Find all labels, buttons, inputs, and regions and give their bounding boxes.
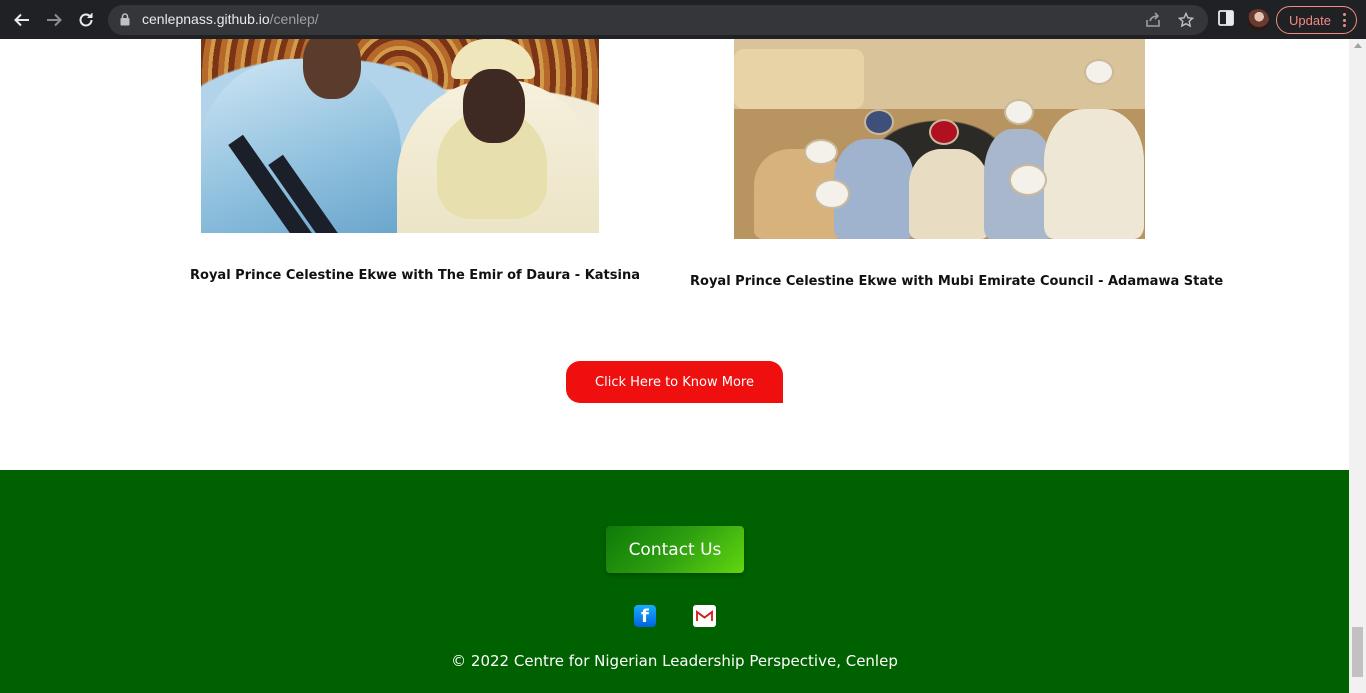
gallery-caption: Royal Prince Celestine Ekwe with The Emi… [190,268,640,283]
footer: Contact Us f © 2022 Centre for Nigerian … [0,470,1349,693]
arrow-right-icon [47,13,62,27]
back-button[interactable] [8,6,36,34]
more-vert-icon [1343,13,1346,30]
browser-toolbar: cenlepnass.github.io/cenlep/ Update [0,0,1366,39]
gmail-icon[interactable] [693,605,716,627]
address-bar[interactable]: cenlepnass.github.io/cenlep/ [108,5,1208,35]
photo-mubi-emirate-council [734,39,1145,239]
forward-button[interactable] [40,6,68,34]
scrollbar-thumb[interactable] [1352,627,1363,677]
vertical-scrollbar[interactable] [1349,39,1366,693]
update-button[interactable]: Update [1276,6,1357,34]
reload-button[interactable] [72,6,100,34]
facebook-icon[interactable]: f [634,605,656,627]
side-panel-icon[interactable] [1218,10,1234,26]
update-label: Update [1289,12,1331,28]
reload-icon [79,13,93,27]
url-path: /cenlep/ [269,11,319,27]
profile-avatar[interactable] [1247,9,1269,31]
page-content: Royal Prince Celestine Ekwe with The Emi… [0,39,1349,693]
arrow-left-icon [14,13,29,27]
share-icon[interactable] [1145,12,1161,28]
gallery-caption: Royal Prince Celestine Ekwe with Mubi Em… [690,274,1224,289]
scroll-up-arrow-icon[interactable] [1354,43,1362,48]
photo-emir-of-daura [201,39,599,233]
contact-us-button[interactable]: Contact Us [606,526,744,573]
bookmark-star-icon[interactable] [1178,12,1194,28]
url-text[interactable]: cenlepnass.github.io/cenlep/ [142,11,319,27]
url-host: cenlepnass.github.io [142,11,270,27]
lock-icon[interactable] [120,13,130,26]
know-more-button[interactable]: Click Here to Know More [566,361,783,403]
copyright-text: © 2022 Centre for Nigerian Leadership Pe… [451,652,898,670]
